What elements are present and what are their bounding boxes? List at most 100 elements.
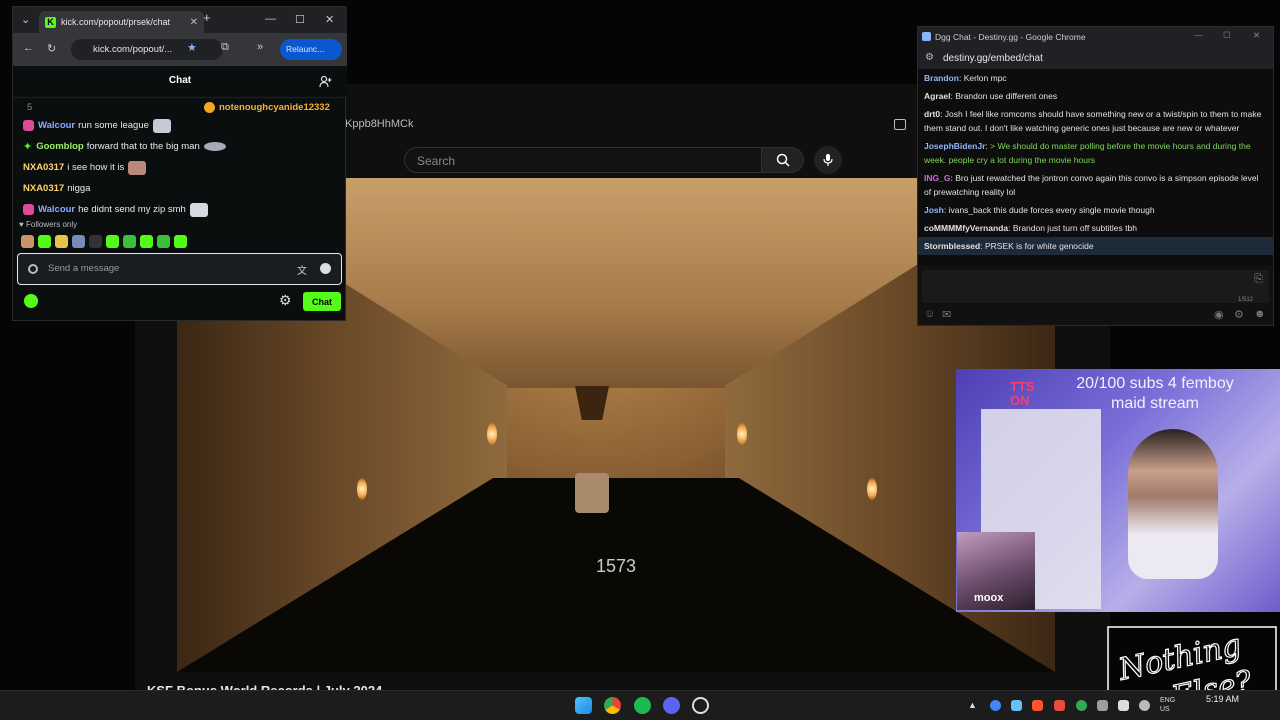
settings-gear-icon[interactable]: ⚙ <box>279 292 292 309</box>
dgg-username[interactable]: Agrael <box>924 91 950 101</box>
dgg-message: coMMMMfyVernanda: Brandon just turn off … <box>924 223 1137 233</box>
relaunch-label: Relaunc... <box>286 44 325 54</box>
dgg-window-title: Dgg Chat - Destiny.gg - Google Chrome — … <box>918 27 1273 47</box>
extensions-icon[interactable]: ⧉ <box>221 41 229 54</box>
watching-icon[interactable]: ◉ <box>1214 308 1224 321</box>
bookmark-star-icon[interactable]: ★ <box>187 41 197 54</box>
quick-emote-icon[interactable] <box>38 235 51 248</box>
chat-username[interactable]: NXA0317 <box>23 162 64 173</box>
chat-message: NXA0317 nigga <box>23 178 343 199</box>
steam-icon[interactable] <box>1011 700 1022 711</box>
minimize-icon[interactable]: — <box>265 13 276 25</box>
windows-start-icon[interactable] <box>575 697 592 714</box>
dgg-message-highlighted: Stormblessed: PRSEK is for white genocid… <box>918 237 1273 255</box>
minimize-icon[interactable]: — <box>1194 30 1203 40</box>
network-icon[interactable] <box>1139 700 1150 711</box>
kick-tab[interactable]: K kick.com/popout/prsek/chat ✕ <box>39 11 204 33</box>
search-button[interactable] <box>762 147 804 173</box>
quick-emote-icon[interactable] <box>157 235 170 248</box>
chat-username[interactable]: Walcour <box>38 120 75 131</box>
tray-app-icon[interactable] <box>990 700 1001 711</box>
dgg-username[interactable]: ING_G <box>924 173 950 183</box>
quick-emote-icon[interactable] <box>89 235 102 248</box>
tray-app-icon[interactable] <box>1076 700 1087 711</box>
obs-icon[interactable] <box>692 697 709 714</box>
search-input[interactable]: Search <box>404 147 762 173</box>
close-window-icon[interactable]: ✕ <box>1253 30 1260 41</box>
dgg-favicon-icon <box>922 32 931 41</box>
quick-emote-icon[interactable] <box>174 235 187 248</box>
tray-overflow-icon[interactable]: ▲ <box>968 700 979 711</box>
dgg-address-bar[interactable]: ⚙ destiny.gg/embed/chat <box>918 47 1273 69</box>
settings-gear-icon[interactable]: ⚙ <box>1234 308 1244 321</box>
discord-icon[interactable] <box>663 697 680 714</box>
quick-emote-icon[interactable] <box>123 235 136 248</box>
chat-username[interactable]: NXA0317 <box>23 183 64 194</box>
dgg-message-input[interactable]: ⎘ <box>922 270 1269 303</box>
emoji-icon[interactable] <box>320 263 331 274</box>
pinned-count: 5 <box>27 102 33 113</box>
translate-icon[interactable]: 文 <box>297 262 307 277</box>
dgg-username[interactable]: drt0 <box>924 109 940 119</box>
language-indicator[interactable]: ENG US <box>1160 696 1175 714</box>
picture-in-picture-icon[interactable] <box>894 119 906 130</box>
tray-app-icon[interactable] <box>1097 700 1108 711</box>
users-icon[interactable]: ☻ <box>1254 308 1266 320</box>
whispers-icon[interactable]: ✉ <box>942 308 951 321</box>
dgg-title-text: Dgg Chat - Destiny.gg - Google Chrome <box>935 32 1086 42</box>
region-code: US <box>1160 706 1170 713</box>
quick-emote-icon[interactable] <box>55 235 68 248</box>
quick-emote-icon[interactable] <box>140 235 153 248</box>
close-window-icon[interactable]: ✕ <box>325 13 334 26</box>
microphone-icon[interactable] <box>1118 700 1129 711</box>
maximize-icon[interactable]: ☐ <box>295 13 305 26</box>
dgg-text: PRSEK is for white genocide <box>984 241 1094 251</box>
pinned-gift-banner[interactable]: 5 notenoughcyanide12332 <box>13 99 347 115</box>
message-input-box: 文 <box>17 253 342 285</box>
record-icon[interactable] <box>28 264 38 274</box>
desktop: Kppb8HhMCk Search 1573 KSF Bonus World R… <box>0 0 1280 720</box>
dgg-username[interactable]: coMMMMfyVernanda <box>924 223 1008 233</box>
voice-search-button[interactable] <box>814 146 842 174</box>
quick-emote-icon[interactable] <box>72 235 85 248</box>
background-url-fragment[interactable]: Kppb8HhMCk <box>345 118 915 134</box>
maximize-icon[interactable]: ☐ <box>1223 30 1231 41</box>
back-icon[interactable]: ← <box>23 42 34 54</box>
user-settings-icon[interactable] <box>319 75 332 88</box>
spotify-icon[interactable] <box>634 697 651 714</box>
sub-goal-text: 20/100 subs 4 femboy maid stream <box>1076 375 1234 412</box>
speed-counter: 1573 <box>595 556 637 576</box>
tab-search-icon[interactable]: ⌄ <box>21 13 30 26</box>
chat-text: run some league <box>78 120 149 131</box>
message-input[interactable] <box>48 263 278 274</box>
reload-icon[interactable]: ↻ <box>47 42 56 55</box>
quick-emote-icon[interactable] <box>21 235 34 248</box>
dgg-username[interactable]: JosephBidenJr <box>924 141 985 151</box>
dgg-message-list: Brandon: Kerlon mpc Agrael: Brandon use … <box>918 69 1273 266</box>
dgg-username[interactable]: Brandon <box>924 73 959 83</box>
close-tab-icon[interactable]: ✕ <box>190 17 198 28</box>
attach-icon[interactable]: ⎘ <box>1254 273 1263 286</box>
kick-address-bar[interactable]: kick.com/popout/... <box>71 39 223 60</box>
overflow-chevron-icon[interactable]: » <box>257 41 263 53</box>
emote-menu-icon[interactable]: ☺ <box>924 308 935 320</box>
dgg-text: Brandon just turn off subtitles tbh <box>1012 223 1137 233</box>
tray-app-icon[interactable] <box>1054 700 1065 711</box>
taskbar: ▲ ENG US 5:19 AM <box>0 690 1280 720</box>
new-tab-icon[interactable]: + <box>203 10 211 25</box>
chat-username[interactable]: Goomblop <box>36 141 84 152</box>
clock[interactable]: 5:19 AM <box>1206 694 1239 705</box>
quick-emote-icon[interactable] <box>106 235 119 248</box>
brave-icon[interactable] <box>1032 700 1043 711</box>
chrome-icon[interactable] <box>604 697 621 714</box>
dgg-username[interactable]: Stormblessed <box>924 241 980 251</box>
dgg-username[interactable]: Josh <box>924 205 944 215</box>
chat-username[interactable]: Walcour <box>38 204 75 215</box>
lang-code: ENG <box>1160 697 1176 704</box>
chat-text: nigga <box>67 183 91 194</box>
corridor-pillar <box>575 473 609 513</box>
send-chat-button[interactable]: Chat <box>303 292 341 311</box>
site-info-icon[interactable]: ⚙ <box>925 52 934 63</box>
relaunch-button[interactable]: Relaunc... <box>280 39 342 60</box>
tts-indicator: TTS ON <box>1010 380 1035 408</box>
